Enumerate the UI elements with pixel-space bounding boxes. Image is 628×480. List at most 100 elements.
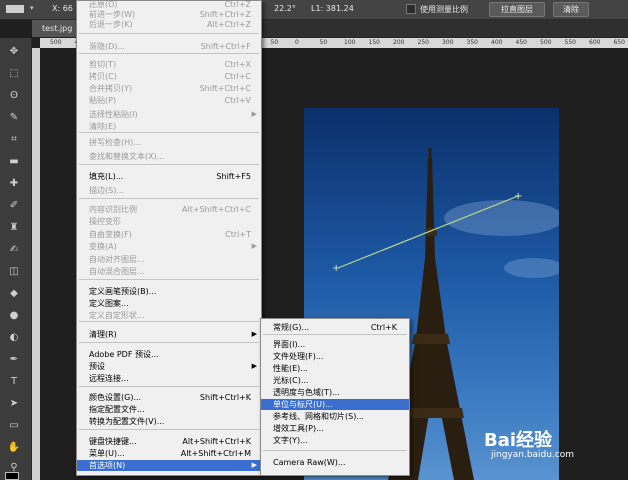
- edit-menu-item[interactable]: 键盘快捷键... Alt+Shift+Ctrl+K: [77, 436, 261, 447]
- ruler-label: 0: [295, 39, 299, 46]
- brush-tool-icon[interactable]: ✐: [7, 200, 21, 211]
- healing-brush-icon[interactable]: ✚: [7, 178, 21, 189]
- straighten-layer-button[interactable]: 拉直图层: [489, 2, 545, 17]
- ruler-label: 300: [442, 39, 454, 46]
- paint-bucket-icon[interactable]: ◆: [7, 288, 21, 299]
- type-tool-icon[interactable]: T: [7, 376, 21, 387]
- dodge-tool-icon[interactable]: ◐: [7, 332, 21, 343]
- preferences-menu-item[interactable]: 常规(G)... Ctrl+K: [261, 322, 409, 333]
- eraser-tool-icon[interactable]: ◫: [7, 266, 21, 277]
- foreground-color-swatch[interactable]: [5, 472, 19, 480]
- edit-menu-item: 清除(E): [77, 121, 261, 132]
- menu-item-label: 定义画笔预设(B)...: [89, 287, 157, 296]
- ruler-label: 150: [368, 39, 380, 46]
- tools-panel: ✥ ⬚ ʘ ✎ ⌗ ▬ ✚ ✐ ♜ ✍ ◫ ◆ ● ◐ ✒ T ➤ ▭ ✋ ⚲: [0, 38, 32, 480]
- edit-menu-item[interactable]: 定义图案...: [77, 298, 261, 309]
- menu-item-shortcut: Shift+Ctrl+K: [199, 393, 251, 402]
- menu-separator: [79, 386, 259, 387]
- preferences-menu-item[interactable]: Camera Raw(W)...: [261, 457, 409, 468]
- menu-separator: [79, 342, 259, 343]
- crop-tool-icon[interactable]: ⌗: [7, 134, 21, 145]
- ruler-label: 500: [540, 39, 552, 46]
- preferences-menu-item[interactable]: 界面(I)...: [261, 339, 409, 350]
- ruler-label: 400: [491, 39, 503, 46]
- marquee-tool-icon[interactable]: ⬚: [7, 68, 21, 79]
- edit-menu-item[interactable]: 预设 ▶: [77, 361, 261, 372]
- menu-item-label: 自由变换(F): [89, 230, 132, 239]
- pen-tool-icon[interactable]: ✒: [7, 354, 21, 365]
- blur-tool-icon[interactable]: ●: [7, 310, 21, 321]
- edit-menu-item[interactable]: 首选项(N) ▶: [77, 460, 261, 471]
- quick-select-tool-icon[interactable]: ✎: [7, 112, 21, 123]
- menu-separator: [79, 53, 259, 54]
- edit-menu-item: 变换(A) ▶: [77, 241, 261, 252]
- ruler-label: 100: [344, 39, 356, 46]
- edit-menu-item[interactable]: 菜单(U)... Alt+Shift+Ctrl+M: [77, 448, 261, 459]
- edit-menu-item: 自由变换(F) Ctrl+T: [77, 229, 261, 240]
- edit-menu-item: 合并拷贝(Y) Shift+Ctrl+C: [77, 83, 261, 94]
- preferences-menu-item[interactable]: 单位与标尺(U)...: [261, 399, 409, 410]
- use-measure-scale-checkbox[interactable]: [406, 4, 416, 14]
- preferences-menu-item[interactable]: 透明度与色域(T)...: [261, 387, 409, 398]
- menu-item-label: 选择性粘贴(I): [89, 110, 138, 119]
- menu-item-label: 自动对齐图层...: [89, 255, 145, 264]
- move-tool-icon[interactable]: ✥: [7, 46, 21, 57]
- preferences-menu-item[interactable]: 增效工具(P)...: [261, 423, 409, 434]
- edit-menu-item: 操控变形: [77, 216, 261, 227]
- ruler-label: 500: [50, 39, 62, 46]
- menu-item-label: 性能(E)...: [273, 364, 308, 373]
- vertical-ruler: [32, 48, 40, 480]
- menu-item-label: 文字(Y)...: [273, 436, 308, 445]
- preferences-menu-item[interactable]: 光标(C)...: [261, 375, 409, 386]
- path-select-icon[interactable]: ➤: [7, 398, 21, 409]
- ruler-tool-icon[interactable]: [6, 5, 24, 13]
- edit-menu-item[interactable]: 指定配置文件...: [77, 404, 261, 415]
- clear-button[interactable]: 清除: [553, 2, 589, 17]
- menu-item-label: 内容识别比例: [89, 205, 137, 214]
- tool-preset-dropdown[interactable]: ▾: [30, 4, 34, 12]
- menu-separator: [79, 429, 259, 430]
- menu-item-shortcut: Ctrl+C: [224, 72, 251, 81]
- edit-menu-item[interactable]: 远程连接...: [77, 373, 261, 384]
- ruler-label: 250: [417, 39, 429, 46]
- menu-item-label: 清理(R): [89, 330, 117, 339]
- preferences-menu-item[interactable]: 性能(E)...: [261, 363, 409, 374]
- ruler-tool-icon[interactable]: ▬: [7, 156, 21, 167]
- edit-menu-item[interactable]: 定义画笔预设(B)...: [77, 286, 261, 297]
- hand-tool-icon[interactable]: ✋: [7, 442, 21, 453]
- menu-item-label: 参考线、网格和切片(S)...: [273, 412, 364, 421]
- clone-stamp-icon[interactable]: ♜: [7, 222, 21, 233]
- menu-separator: [263, 334, 407, 335]
- angle-readout: 22.2°: [274, 4, 296, 13]
- preferences-menu-item[interactable]: 参考线、网格和切片(S)...: [261, 411, 409, 422]
- menu-item-shortcut: Ctrl+V: [224, 96, 251, 105]
- menu-item-label: 预设: [89, 362, 105, 371]
- edit-menu: 还原(O) Ctrl+Z 前进一步(W) Shift+Ctrl+Z 后退一步(K) Alt…: [76, 0, 262, 476]
- edit-menu-item[interactable]: 清理(R) ▶: [77, 329, 261, 340]
- history-brush-icon[interactable]: ✍: [7, 244, 21, 255]
- ruler-label: 600: [589, 39, 601, 46]
- ruler-label: 550: [564, 39, 576, 46]
- edit-menu-item[interactable]: 填充(L)... Shift+F5: [77, 171, 261, 182]
- edit-menu-item[interactable]: Adobe PDF 预设...: [77, 349, 261, 360]
- preferences-menu-item[interactable]: 文件处理(F)...: [261, 351, 409, 362]
- menu-item-shortcut: Alt+Shift+Ctrl+K: [182, 437, 251, 446]
- baidu-watermark-logo: Bai经验: [484, 430, 553, 451]
- menu-separator: [79, 164, 259, 165]
- shape-tool-icon[interactable]: ▭: [7, 420, 21, 431]
- edit-menu-item[interactable]: 转换为配置文件(V)...: [77, 416, 261, 427]
- menu-item-label: 定义图案...: [89, 299, 129, 308]
- menu-item-shortcut: Shift+F5: [216, 172, 251, 181]
- submenu-arrow-icon: ▶: [251, 242, 257, 250]
- menu-item-label: 操控变形: [89, 217, 121, 226]
- edit-menu-item: 拷贝(C) Ctrl+C: [77, 71, 261, 82]
- edit-menu-item: 查找和替换文本(X)...: [77, 151, 261, 162]
- lasso-tool-icon[interactable]: ʘ: [7, 90, 21, 101]
- edit-menu-item[interactable]: 颜色设置(G)... Shift+Ctrl+K: [77, 392, 261, 403]
- edit-menu-item: 粘贴(P) Ctrl+V: [77, 95, 261, 106]
- submenu-arrow-icon: ▶: [251, 110, 257, 118]
- edit-menu-item: 定义自定形状...: [77, 310, 261, 321]
- menu-item-label: 首选项(N): [89, 461, 126, 470]
- preferences-menu-item[interactable]: 文字(Y)...: [261, 435, 409, 446]
- ruler-label: 650: [613, 39, 625, 46]
